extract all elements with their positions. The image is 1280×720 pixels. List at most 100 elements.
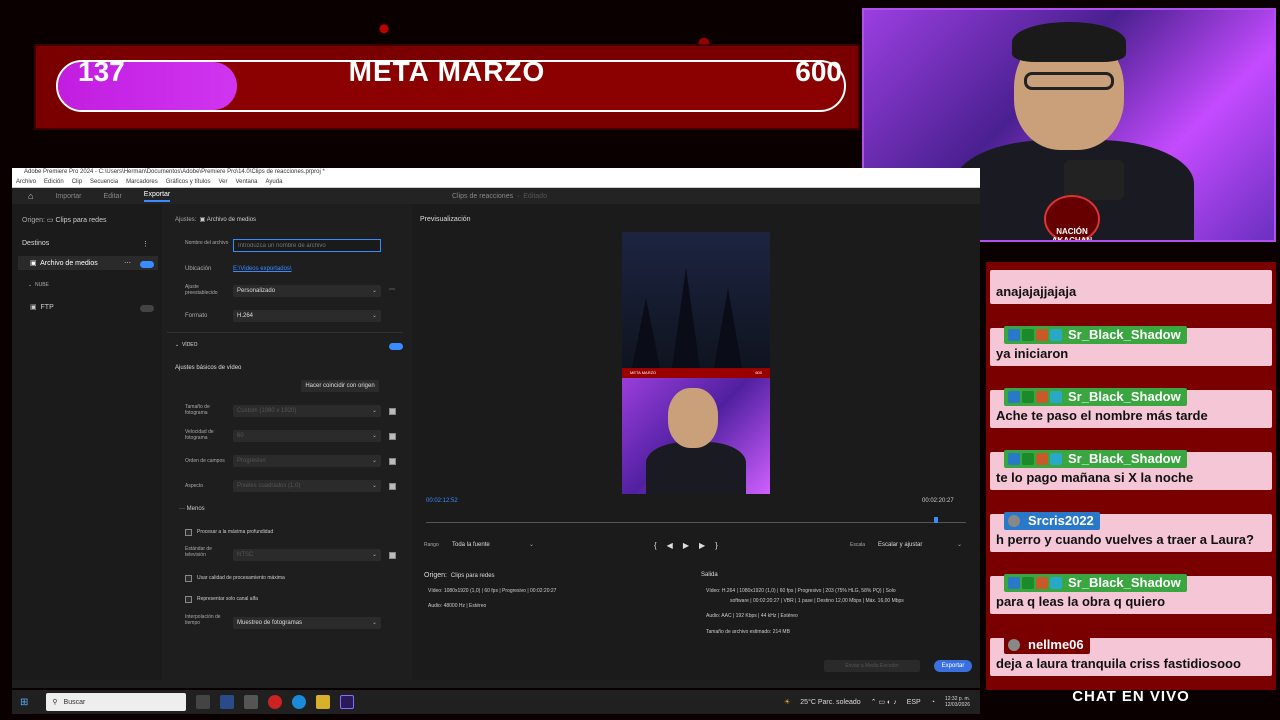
chrome-icon[interactable]	[268, 695, 283, 709]
search-label: Buscar	[63, 698, 86, 706]
photoshop-icon[interactable]	[220, 695, 235, 709]
clock[interactable]: 12:32 p. m. 12/03/2026	[945, 696, 970, 708]
frame-rate-dropdown[interactable]: 60 ⌄	[233, 430, 381, 442]
menu-marcadores[interactable]: Marcadores	[126, 179, 158, 186]
premiere-icon[interactable]	[340, 695, 355, 709]
tv-standard-value: NTSC	[237, 552, 254, 558]
match-source-button[interactable]: Hacer coincidir con origen	[301, 380, 379, 392]
chat-message: Sr_Black_Shadow Ache te paso el nombre m…	[990, 388, 1272, 428]
media-file-menu-icon[interactable]: ⋯	[124, 259, 131, 267]
settings-value: Archivo de medios	[206, 217, 257, 223]
frame-rate-checkbox[interactable]	[389, 433, 396, 440]
location-link[interactable]: E:\Videos exportados\	[233, 266, 292, 272]
home-icon[interactable]: ⌂	[28, 191, 33, 201]
premiere-window: Adobe Premiere Pro 2024 - C:\Users\Herma…	[12, 168, 980, 688]
streamer-hair	[1012, 22, 1126, 62]
mark-in-icon[interactable]: {	[654, 541, 667, 550]
tray-icons[interactable]: ⌃ ▭ ◐ ♪	[871, 698, 897, 706]
chat-username: Sr_Black_Shadow	[1004, 388, 1187, 406]
media-file-toggle[interactable]	[140, 261, 154, 268]
badge-icon	[1050, 329, 1062, 341]
range-dropdown[interactable]: Toda la fuente ⌄	[448, 539, 538, 551]
send-to-media-encoder-button[interactable]: Enviar a Media Encoder	[824, 660, 920, 672]
preview-top-area	[622, 232, 770, 368]
export-button[interactable]: Exportar	[934, 660, 972, 672]
cloud-group[interactable]: ⌄ NUBE	[28, 282, 49, 288]
scale-dropdown[interactable]: Escalar y ajustar ⌄	[874, 539, 966, 551]
alpha-checkbox[interactable]	[185, 596, 192, 603]
goal-title: META MARZO	[348, 56, 546, 87]
file-explorer-icon[interactable]	[316, 695, 331, 709]
tab-editar[interactable]: Editar	[104, 193, 122, 200]
frame-size-checkbox[interactable]	[389, 408, 396, 415]
menu-archivo[interactable]: Archivo	[16, 179, 36, 186]
menu-clip[interactable]: Clip	[72, 179, 82, 186]
tv-standard-checkbox[interactable]	[389, 552, 396, 559]
preview-goal-bar: META MARZO 600	[622, 368, 770, 378]
format-label: Formato	[185, 313, 208, 319]
output-audio: Audio: AAC | 192 Kbps | 44 kHz | Estéreo	[706, 613, 798, 619]
badge-icon	[1022, 329, 1034, 341]
chat-message-text: anajajajjajaja	[996, 284, 1077, 299]
menu-ayuda[interactable]: Ayuda	[266, 179, 283, 186]
menu-edicion[interactable]: Edición	[44, 179, 64, 186]
field-order-dropdown[interactable]: Progresivo ⌄	[233, 455, 381, 467]
windows-start-icon[interactable]: ⊞	[20, 697, 28, 708]
language[interactable]: ESP	[907, 699, 921, 706]
scale-value: Escalar y ajustar	[878, 542, 923, 548]
chevron-down-icon: ⌄	[371, 408, 377, 414]
interpolation-dropdown[interactable]: Muestreo de fotogramas ⌄	[233, 617, 381, 629]
origin-value[interactable]: Clips para redes	[56, 217, 107, 224]
playhead[interactable]	[934, 517, 938, 523]
preview-frame: META MARZO 600	[622, 232, 770, 494]
timeline-scrubber[interactable]	[426, 522, 966, 523]
ftp-icon: ▣	[30, 304, 37, 311]
preset-dropdown[interactable]: Personalizado ⌄	[233, 285, 381, 297]
taskbar-search[interactable]: ⚲ Buscar	[46, 693, 187, 711]
menu-secuencia[interactable]: Secuencia	[90, 179, 118, 186]
app-icon[interactable]	[244, 695, 259, 709]
video-section-toggle[interactable]: ⌄ VÍDEO	[175, 342, 198, 348]
user-badges	[1008, 453, 1062, 465]
tab-importar[interactable]: Importar	[55, 193, 81, 200]
mark-out-icon[interactable]: }	[715, 541, 728, 550]
chevron-down-icon: ⌄	[371, 313, 377, 319]
max-quality-checkbox[interactable]	[185, 575, 192, 582]
step-forward-icon[interactable]: ▶	[699, 541, 715, 550]
preview-face	[668, 388, 718, 448]
interpolation-label: Interpolación de tiempo	[185, 614, 221, 626]
menu-graficos[interactable]: Gráficos y títulos	[166, 179, 211, 186]
frame-size-dropdown[interactable]: Custom (1080 x 1920) ⌄	[233, 405, 381, 417]
settings-label: Ajustes:	[175, 217, 197, 223]
current-timecode[interactable]: 00:02:12:52	[426, 498, 458, 504]
weather-text[interactable]: 25°C Parc. soleado	[800, 699, 860, 706]
tv-standard-dropdown[interactable]: NTSC ⌄	[233, 549, 381, 561]
aspect-checkbox[interactable]	[389, 483, 396, 490]
origin-icon: ▭	[46, 217, 54, 224]
badge-icon	[1050, 453, 1062, 465]
less-button[interactable]: ··· Menos	[179, 506, 205, 512]
play-icon[interactable]: ▶	[683, 541, 699, 550]
ftp-toggle[interactable]	[140, 305, 154, 312]
preview-panel: Previsualización META MARZO 600 00:02:12:…	[412, 204, 980, 680]
source-video: Vídeo: 1080x1920 (1,0) | 60 fps | Progre…	[428, 588, 557, 594]
badge-icon	[1008, 453, 1020, 465]
video-toggle[interactable]	[389, 343, 403, 350]
format-dropdown[interactable]: H.264 ⌄	[233, 310, 381, 322]
step-back-icon[interactable]: ◀	[667, 541, 683, 550]
file-name-input[interactable]	[233, 239, 381, 252]
task-view-icon[interactable]	[196, 695, 211, 709]
edge-icon[interactable]	[292, 695, 307, 709]
aspect-dropdown[interactable]: Píxeles cuadrados (1,0) ⌄	[233, 480, 381, 492]
more-icon[interactable]: ⋮	[142, 240, 149, 248]
tab-exportar[interactable]: Exportar	[143, 191, 171, 202]
menu-ver[interactable]: Ver	[218, 179, 227, 186]
wifi-icon[interactable]: ◔	[931, 699, 935, 706]
output-video-detail: software | 00:02:20:27 | VBR | 1 pase | …	[730, 598, 904, 604]
max-depth-checkbox[interactable]	[185, 529, 192, 536]
preset-more-icon[interactable]: ⋯	[389, 286, 395, 293]
preview-shape	[672, 268, 700, 368]
menu-ventana[interactable]: Ventana	[235, 179, 257, 186]
live-chat: anajajajjajaja Sr_Black_Shadow ya inicia…	[986, 262, 1276, 690]
field-order-checkbox[interactable]	[389, 458, 396, 465]
